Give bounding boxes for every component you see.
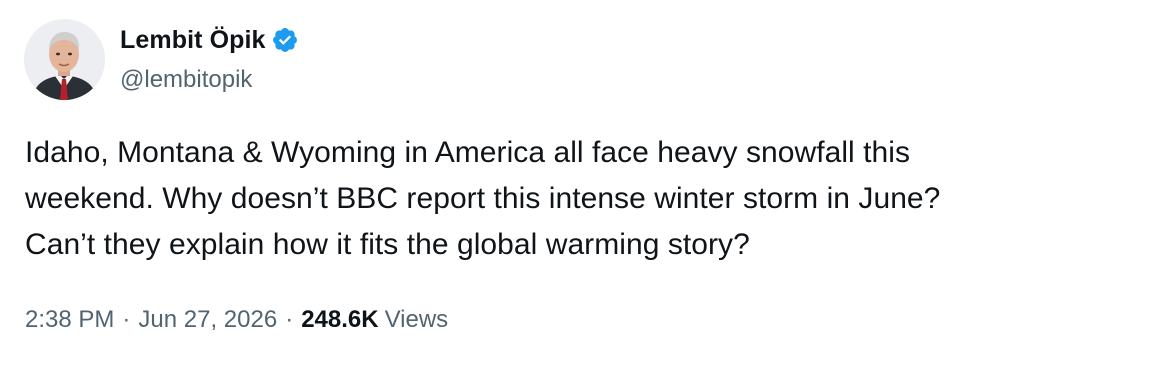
meta-separator: · <box>285 306 294 333</box>
tweet-card: Lembit Öpik @lembitopik Idaho, Montana &… <box>0 0 1173 368</box>
tweet-meta: 2:38 PM · Jun 27, 2026 · 248.6K Views <box>25 306 448 334</box>
meta-separator: · <box>122 306 131 333</box>
author-avatar[interactable] <box>24 19 105 100</box>
author-display-name[interactable]: Lembit Öpik <box>120 26 266 55</box>
tweet-date[interactable]: Jun 27, 2026 <box>138 306 277 334</box>
views-count[interactable]: 248.6K <box>301 306 378 334</box>
tweet-text: Idaho, Montana & Wyoming in America all … <box>25 136 941 261</box>
author-name-row: Lembit Öpik <box>120 22 299 58</box>
tweet-time[interactable]: 2:38 PM <box>25 306 114 334</box>
views-label: Views <box>384 306 449 333</box>
author-info: Lembit Öpik @lembitopik <box>120 22 299 94</box>
verified-badge-icon[interactable] <box>271 26 299 54</box>
avatar-photo-icon <box>24 19 105 100</box>
author-handle[interactable]: @lembitopik <box>120 66 299 94</box>
